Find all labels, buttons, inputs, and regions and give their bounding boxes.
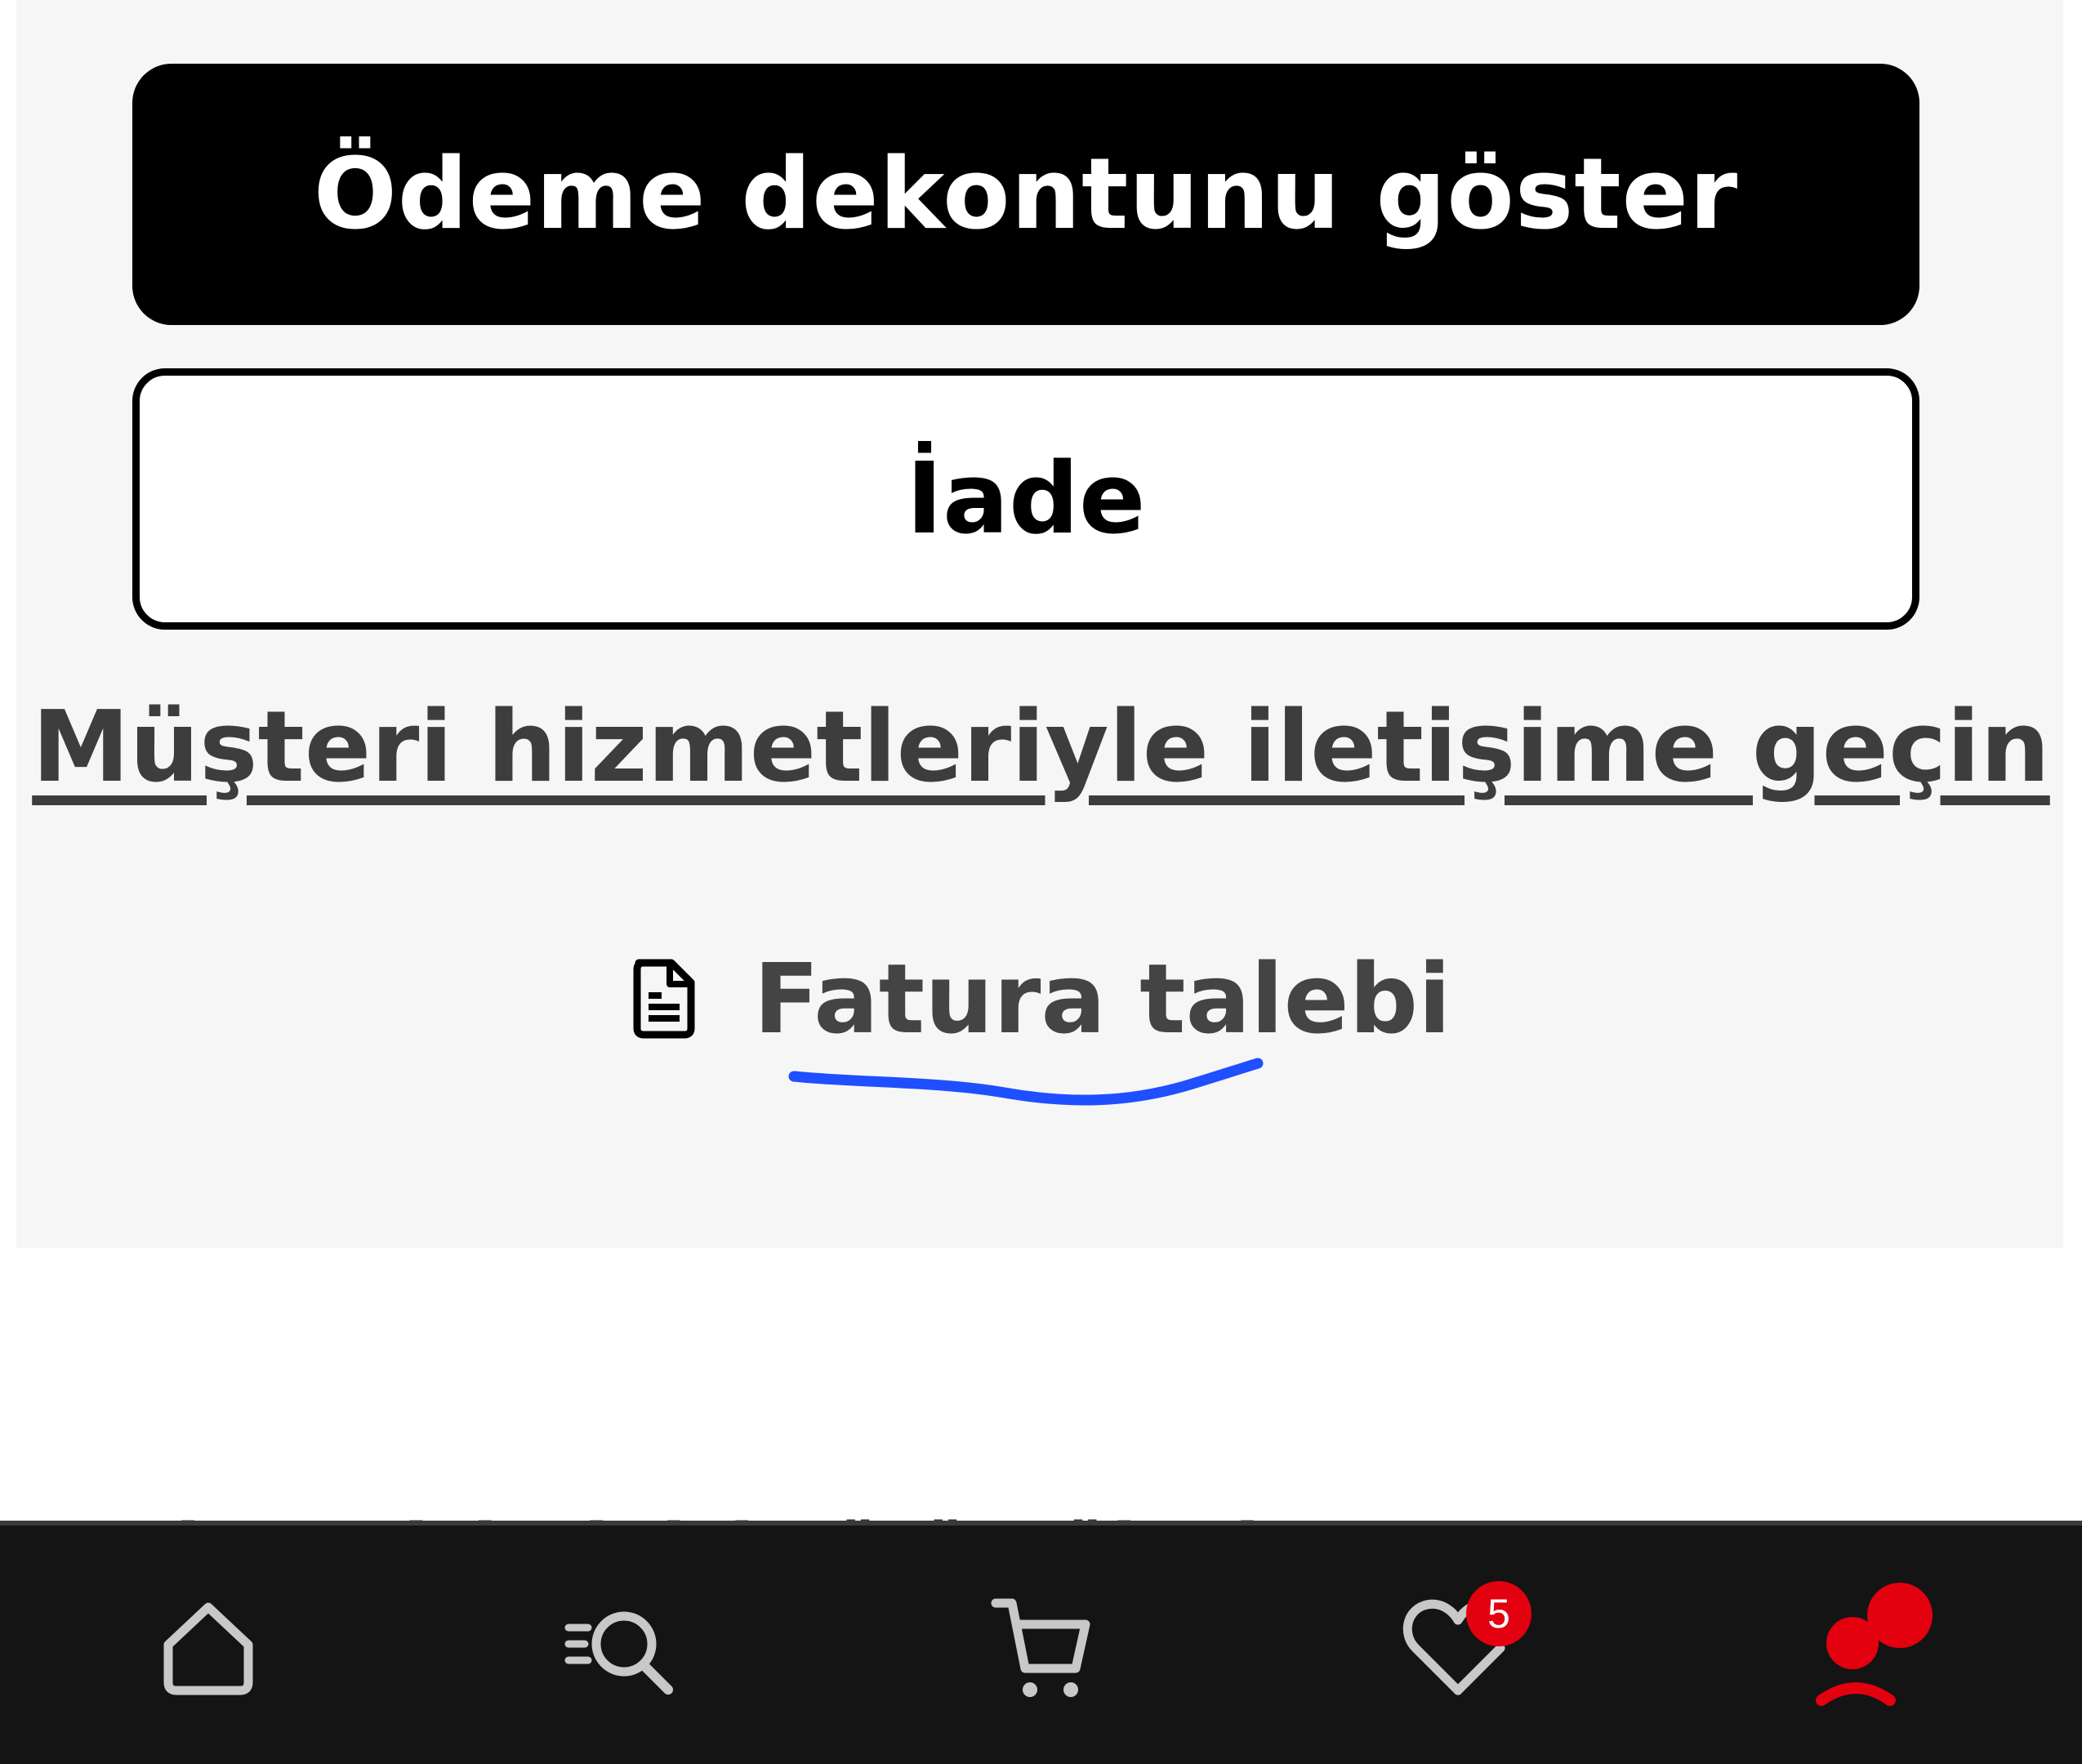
favorites-count-badge: 5	[1466, 1581, 1531, 1646]
document-icon	[631, 958, 698, 1040]
show-payment-receipt-label: Ödeme dekontunu göster	[313, 137, 1739, 252]
invoice-request-label: Fatura talebi	[753, 942, 1451, 1055]
account-icon	[1805, 1578, 1944, 1717]
bottom-navigation: 5	[0, 1521, 2082, 1764]
nav-search[interactable]	[527, 1526, 723, 1764]
nav-cart[interactable]	[943, 1526, 1139, 1764]
home-icon	[155, 1594, 261, 1700]
cart-icon	[984, 1590, 1099, 1704]
nav-account[interactable]	[1777, 1526, 1973, 1764]
contact-customer-service-link[interactable]: Müşteri hizmetleriyle iletişime geçin	[0, 691, 2082, 804]
nav-home[interactable]	[110, 1526, 306, 1764]
show-payment-receipt-button[interactable]: Ödeme dekontunu göster	[132, 64, 1919, 325]
page: Ödeme dekontunu göster İade Müşteri hizm…	[0, 0, 2082, 1764]
nav-favorites[interactable]: 5	[1360, 1526, 1556, 1764]
invoice-request-link[interactable]: Fatura talebi	[0, 938, 2082, 1060]
return-button[interactable]: İade	[132, 368, 1919, 630]
partially-hidden-heading: Alışverişlerinizi görüntüleyin	[118, 1494, 1312, 1521]
return-button-label: İade	[906, 442, 1146, 556]
annotation-scribble	[788, 1058, 1264, 1106]
search-icon	[564, 1598, 686, 1696]
